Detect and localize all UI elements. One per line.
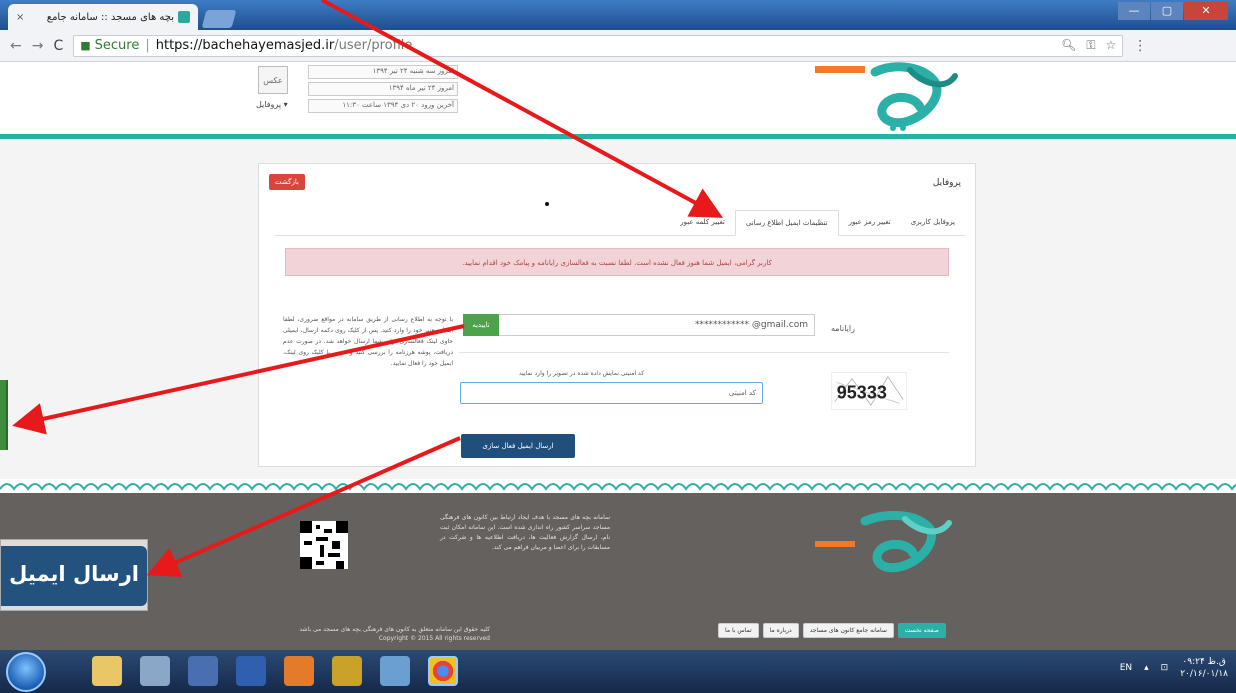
footer-wave-border — [0, 479, 1236, 493]
window-controls: — ▢ ✕ — [1117, 2, 1228, 20]
captcha-input[interactable]: کد امنیتی — [460, 382, 763, 404]
activation-alert: کاربر گرامی، ایمیل شما هنوز فعال نشده اس… — [285, 248, 949, 276]
site-logo[interactable] — [815, 62, 965, 132]
qr-code — [300, 521, 348, 569]
zoom-callout: ارسال ایمیل — [0, 539, 148, 611]
start-button-icon[interactable] — [6, 652, 46, 692]
url-separator: | — [145, 38, 150, 53]
tray-arrow-icon[interactable]: ▴ — [1144, 663, 1149, 673]
avatar[interactable]: عکس — [258, 66, 288, 94]
taskbar: EN ▴ ⊡ ۰۹:۲۴ ق.ظ ۲۰/۱۶/۰۱/۱۸ — [0, 650, 1236, 693]
system-tray: EN ▴ ⊡ ۰۹:۲۴ ق.ظ ۲۰/۱۶/۰۱/۱۸ — [1120, 656, 1228, 680]
url-bar[interactable]: ■ Secure | https://bachehayemasjed.ir /u… — [73, 34, 1124, 57]
minimize-button[interactable]: — — [1118, 2, 1150, 20]
profile-menu-toggle[interactable]: پروفایل ▾ — [256, 100, 288, 109]
confirm-email-button[interactable]: تاییدیه — [463, 314, 499, 336]
send-activation-email-button[interactable]: ارسال ایمیل فعال سازی — [461, 434, 575, 458]
cursor-dot — [545, 202, 549, 206]
word-icon[interactable] — [236, 656, 266, 686]
media-player-icon[interactable] — [284, 656, 314, 686]
captcha-code: 95333 — [837, 383, 887, 403]
copyright-text: کلیه حقوق این سامانه متعلق به کانون های … — [299, 626, 490, 642]
page-title: پروفایل — [932, 178, 961, 188]
tab-close-icon[interactable]: × — [16, 12, 24, 23]
footer-link-home[interactable]: صفحه نخست — [897, 623, 946, 638]
forward-icon[interactable]: → — [32, 38, 44, 54]
address-bar-row: ← → C ■ Secure | https://bachehayemasjed… — [0, 30, 1236, 62]
reload-icon[interactable]: C — [53, 38, 63, 54]
browser-tab[interactable]: بچه های مسجد :: سامانه جامع × — [8, 4, 198, 30]
secure-label: Secure — [94, 38, 140, 53]
web-page: عکس پروفایل ▾ امروز سه شنبه ۲۴ تیر ۱۳۹۴ … — [0, 62, 1236, 650]
maximize-button[interactable]: ▢ — [1151, 2, 1183, 20]
clock-time: ۰۹:۲۴ ق.ظ — [1182, 657, 1226, 667]
zoomed-confirm-button-edge — [0, 380, 8, 450]
url-path: /user/profile — [334, 38, 413, 53]
game-icon[interactable] — [332, 656, 362, 686]
row-divider — [459, 352, 949, 353]
profile-card: پروفایل بازگشت پروفایل کاربری تغییر رمز … — [258, 163, 976, 467]
clock[interactable]: ۰۹:۲۴ ق.ظ ۲۰/۱۶/۰۱/۱۸ — [1180, 656, 1228, 680]
file-explorer-icon[interactable] — [92, 656, 122, 686]
tab-user-profile[interactable]: پروفایل کاربری — [901, 210, 965, 235]
user-profile-box: عکس پروفایل ▾ امروز سه شنبه ۲۴ تیر ۱۳۹۴ … — [250, 62, 465, 120]
return-button[interactable]: بازگشت — [269, 174, 305, 190]
language-indicator[interactable]: EN — [1120, 663, 1132, 673]
profile-line: آخرین ورود ۲۰ دی ۱۳۹۴ ساعت ۱۱:۳۰ — [308, 99, 458, 113]
email-help-text: با توجه به اطلاع رسانی از طریق سامانه در… — [283, 316, 453, 367]
tab-change-pass-word[interactable]: تغییر کلمه عبور — [670, 210, 735, 235]
footer-link-contact[interactable]: تماس با ما — [718, 623, 759, 638]
profile-tabs: پروفایل کاربری تغییر رمز عبور تنظیمات ای… — [275, 210, 965, 236]
zoom-icon[interactable]: 🔍︎ — [1061, 38, 1076, 53]
site-header: عکس پروفایل ▾ امروز سه شنبه ۲۴ تیر ۱۳۹۴ … — [0, 62, 1236, 134]
new-tab-button[interactable] — [201, 10, 237, 28]
network-icon[interactable] — [380, 656, 410, 686]
profile-info: امروز سه شنبه ۲۴ تیر ۱۳۹۴ امروز ۲۴ تیر م… — [308, 62, 458, 113]
tab-email-settings[interactable]: تنظیمات ایمیل اطلاع رسانی — [734, 210, 839, 236]
lock-icon: ■ — [80, 39, 91, 52]
captcha-image: 95333 — [831, 372, 907, 410]
bookmark-star-icon[interactable]: ☆ — [1105, 38, 1116, 53]
browser-menu-icon[interactable]: ⋮ — [1133, 38, 1147, 54]
paint-icon[interactable] — [140, 656, 170, 686]
tab-title: بچه های مسجد :: سامانه جامع — [46, 11, 174, 23]
chrome-icon[interactable] — [428, 656, 458, 686]
footer-about-text: سامانه بچه های مسجد با هدف ایجاد ارتباط … — [440, 514, 610, 551]
tab-change-password[interactable]: تغییر رمز عبور — [839, 210, 901, 235]
site-favicon-icon — [178, 11, 190, 23]
profile-line: امروز سه شنبه ۲۴ تیر ۱۳۹۴ — [308, 65, 458, 79]
footer-link-about[interactable]: درباره ما — [762, 623, 799, 638]
content-area: پروفایل بازگشت پروفایل کاربری تغییر رمز … — [0, 139, 1236, 479]
browser-tab-strip: بچه های مسجد :: سامانه جامع × — ▢ ✕ — [0, 0, 1236, 30]
zoomed-send-button: ارسال ایمیل — [1, 546, 147, 606]
captcha-hint: کد امنیتی نمایش داده شده در تصویر را وار… — [519, 370, 645, 377]
back-icon[interactable]: ← — [10, 38, 22, 54]
mail-icon[interactable] — [188, 656, 218, 686]
footer-logo[interactable] — [815, 511, 965, 579]
network-tray-icon[interactable]: ⊡ — [1161, 663, 1169, 673]
omnibox-actions: 🔍︎ ⚿ ☆ — [1061, 38, 1116, 53]
url-host: https://bachehayemasjed.ir — [155, 38, 335, 53]
key-icon[interactable]: ⚿ — [1086, 38, 1095, 53]
clock-date: ۲۰/۱۶/۰۱/۱۸ — [1180, 669, 1228, 679]
email-field[interactable]: ************ @gmail.com — [463, 314, 815, 336]
email-label: رایانامه — [831, 324, 855, 333]
site-footer: سامانه بچه های مسجد با هدف ایجاد ارتباط … — [0, 493, 1236, 650]
footer-link-system[interactable]: سامانه جامع کانون های مساجد — [802, 623, 894, 638]
profile-line: امروز ۲۴ تیر ماه ۱۳۹۴ — [308, 82, 458, 96]
footer-links: صفحه نخست سامانه جامع کانون های مساجد در… — [718, 623, 946, 638]
close-window-button[interactable]: ✕ — [1184, 2, 1228, 20]
